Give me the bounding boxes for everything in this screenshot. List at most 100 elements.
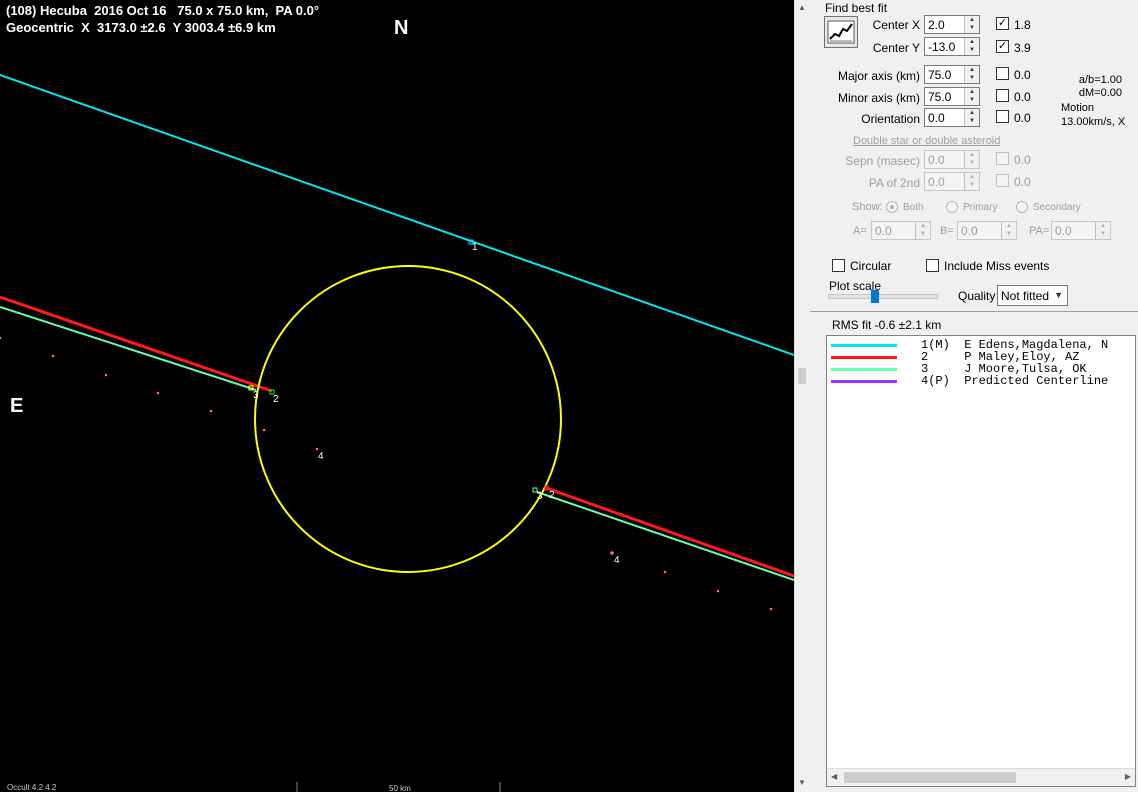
circular-checkbox[interactable]	[832, 259, 845, 272]
quality-select[interactable]: Not fitted ▼	[997, 285, 1068, 306]
orientation-spinner[interactable]: ▲ ▼	[964, 109, 979, 126]
center-x-checkbox[interactable]: ✓	[996, 17, 1009, 30]
chord-label-4-east: 4	[614, 555, 620, 566]
center-y-checkbox[interactable]: ✓	[996, 40, 1009, 53]
observer-color-swatch	[831, 356, 897, 359]
double-star-link[interactable]: Double star or double asteroid	[853, 135, 1000, 147]
sepn-input[interactable]: 0.0 ▲ ▼	[924, 150, 980, 169]
sepn-value: 0.0	[928, 153, 945, 167]
minor-axis-input[interactable]: 75.0 ▲ ▼	[924, 87, 980, 106]
predicted-dot	[315, 447, 319, 451]
pa-spinner[interactable]: ▲ ▼	[1095, 222, 1110, 239]
pa-value: 0.0	[1055, 224, 1072, 238]
sepn-spinner[interactable]: ▲ ▼	[964, 151, 979, 168]
b-label: B=	[940, 225, 954, 237]
orientation-value: 0.0	[928, 111, 945, 125]
chevron-down-icon: ▼	[1054, 290, 1063, 300]
a-spinner[interactable]: ▲ ▼	[915, 222, 930, 239]
scroll-left-icon[interactable]: ◀	[831, 772, 837, 781]
center-x-fit: 1.8	[1014, 18, 1031, 32]
minor-axis-value: 75.0	[928, 90, 952, 104]
chord-3-line-west	[0, 306, 257, 391]
observers-list[interactable]: 1(M) E Edens,Magdalena, N 2 P Maley,Eloy…	[826, 335, 1136, 787]
chord-3-line-east	[536, 491, 794, 581]
minor-axis-spinner[interactable]: ▲ ▼	[964, 88, 979, 105]
center-y-label: Center Y	[872, 41, 920, 55]
chord-label-2-west: 2	[273, 394, 279, 405]
b-value: 0.0	[961, 224, 978, 238]
show-both-radio[interactable]	[886, 201, 898, 213]
predicted-dot	[0, 336, 2, 340]
a-input[interactable]: 0.0 ▲ ▼	[871, 221, 931, 240]
minor-axis-checkbox[interactable]	[996, 89, 1009, 102]
include-miss-label: Include Miss events	[944, 259, 1050, 273]
splitter-scrollbar[interactable]: ▲ ▼	[794, 0, 810, 792]
chord-label-1: 1	[472, 242, 478, 253]
observer-row-4[interactable]: 4(P) Predicted Centerline	[827, 374, 1135, 388]
show-label: Show:	[852, 201, 883, 213]
delta-magnitude: dM=0.00	[1078, 87, 1122, 99]
divider	[810, 311, 1138, 312]
a-value: 0.0	[875, 224, 892, 238]
plot-scale-slider-thumb[interactable]	[871, 290, 879, 303]
center-x-spinner[interactable]: ▲ ▼	[964, 16, 979, 33]
scroll-right-icon[interactable]: ▶	[1125, 772, 1131, 781]
show-secondary-radio[interactable]	[1016, 201, 1028, 213]
chord-2-line-west	[0, 295, 273, 393]
asteroid-profile-ellipse	[254, 265, 562, 573]
major-axis-label: Major axis (km)	[837, 69, 920, 83]
b-spinner[interactable]: ▲ ▼	[1001, 222, 1016, 239]
show-primary-radio[interactable]	[946, 201, 958, 213]
predicted-dot	[51, 354, 55, 358]
pa-2nd-label: PA of 2nd	[868, 176, 920, 190]
a-label: A=	[853, 225, 867, 237]
axis-ratio: a/b=1.00	[1078, 74, 1122, 86]
major-axis-fit: 0.0	[1014, 68, 1031, 82]
observer-color-swatch	[831, 380, 897, 383]
center-y-fit: 3.9	[1014, 41, 1031, 55]
list-horizontal-scrollbar[interactable]: ◀ ▶	[827, 768, 1135, 786]
sepn-checkbox[interactable]	[996, 152, 1009, 165]
major-axis-checkbox[interactable]	[996, 67, 1009, 80]
chord-label-3-east: 3	[537, 491, 543, 502]
observer-row-text: 4(P) Predicted Centerline	[921, 374, 1109, 388]
quality-label: Quality	[958, 289, 996, 303]
center-y-spinner[interactable]: ▲ ▼	[964, 38, 979, 55]
major-axis-input[interactable]: 75.0 ▲ ▼	[924, 65, 980, 84]
quality-value: Not fitted	[1001, 289, 1050, 303]
observer-color-swatch	[831, 344, 897, 347]
orientation-checkbox[interactable]	[996, 110, 1009, 123]
show-primary-label: Primary	[963, 202, 998, 213]
north-label: N	[394, 17, 409, 39]
pa-2nd-checkbox[interactable]	[996, 174, 1009, 187]
center-x-value: 2.0	[928, 18, 945, 32]
orientation-input[interactable]: 0.0 ▲ ▼	[924, 108, 980, 127]
predicted-dot	[716, 589, 720, 593]
plot-scale-slider[interactable]	[828, 290, 938, 303]
occultation-plot[interactable]: (108) Hecuba 2016 Oct 16 75.0 x 75.0 km,…	[0, 0, 794, 792]
chord-label-4-west: 4	[318, 451, 324, 462]
scroll-thumb[interactable]	[798, 368, 806, 384]
pa-2nd-spinner[interactable]: ▲ ▼	[964, 173, 979, 190]
chord-label-2-east: 2	[549, 490, 555, 501]
scroll-down-icon[interactable]: ▼	[798, 778, 806, 787]
predicted-dot	[262, 428, 266, 432]
fit-control-panel: Find best fit Center X 2.0 ▲ ▼ ✓ 1.8 Cent…	[810, 0, 1138, 792]
version-footer: Occult 4.2.4.2	[7, 783, 57, 792]
observer-color-swatch	[831, 368, 897, 371]
center-x-input[interactable]: 2.0 ▲ ▼	[924, 15, 980, 34]
plot-title-line1: (108) Hecuba 2016 Oct 16 75.0 x 75.0 km,…	[6, 3, 320, 18]
center-y-input[interactable]: -13.0 ▲ ▼	[924, 37, 980, 56]
pa-2nd-input[interactable]: 0.0 ▲ ▼	[924, 172, 980, 191]
sepn-fit: 0.0	[1014, 153, 1031, 167]
pa-input[interactable]: 0.0 ▲ ▼	[1051, 221, 1111, 240]
major-axis-value: 75.0	[928, 68, 952, 82]
b-input[interactable]: 0.0 ▲ ▼	[957, 221, 1017, 240]
scroll-up-icon[interactable]: ▲	[798, 3, 806, 12]
major-axis-spinner[interactable]: ▲ ▼	[964, 66, 979, 83]
include-miss-checkbox[interactable]	[926, 259, 939, 272]
predicted-dot	[663, 570, 667, 574]
sepn-label: Sepn (masec)	[845, 154, 920, 168]
list-scroll-thumb[interactable]	[844, 772, 1016, 783]
plot-canvas	[0, 74, 794, 792]
